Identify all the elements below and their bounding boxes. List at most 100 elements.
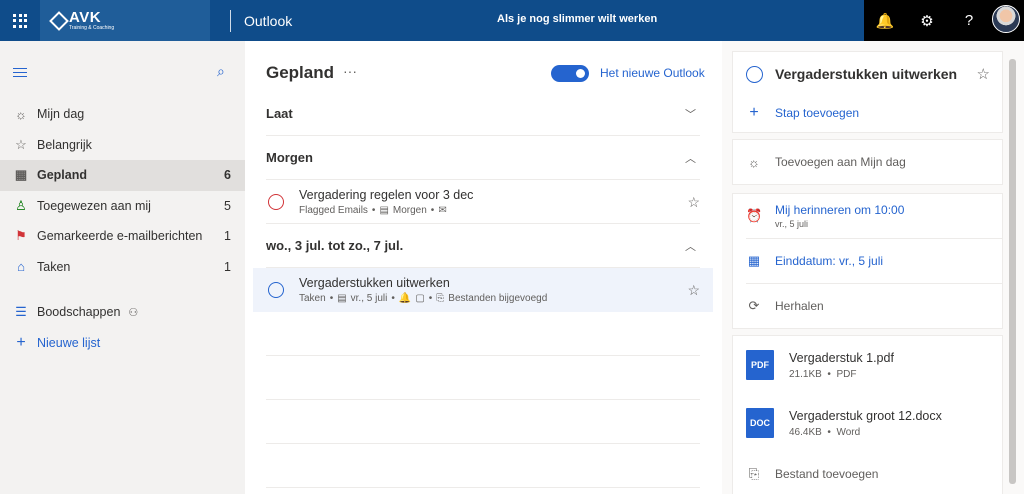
brand-subtitle: Training & Coaching: [69, 25, 115, 31]
reminder-date: vr., 5 juli: [775, 219, 809, 229]
new-outlook-toggle[interactable]: [551, 65, 589, 82]
task-source: Flagged Emails: [299, 205, 368, 216]
group-header-tomorrow[interactable]: Morgen ︿: [266, 136, 700, 180]
sidebar-item-label: Gepland: [37, 168, 88, 183]
file-size: 46.4KB: [789, 426, 822, 438]
new-list-label: Nieuwe lijst: [37, 335, 101, 350]
meta-separator: •: [371, 205, 376, 216]
sidebar-item-label: Mijn dag: [37, 107, 85, 122]
group-label: Laat: [266, 106, 293, 121]
hamburger-icon[interactable]: [13, 68, 27, 80]
meta-separator: •: [428, 293, 433, 304]
divider: [266, 487, 700, 488]
chevron-down-icon[interactable]: ﹀: [685, 106, 696, 122]
due-date-button[interactable]: ▦ Einddatum: vr., 5 juli: [733, 239, 1002, 283]
page-title: Gepland: [266, 63, 335, 82]
sidebar-item-label: Toegewezen aan mij: [37, 198, 151, 213]
add-step-button[interactable]: + Stap toevoegen: [733, 94, 1002, 132]
header-divider: [230, 9, 231, 32]
sun-icon: ☼: [748, 154, 760, 170]
detail-title-row[interactable]: Vergaderstukken uitwerken ☆: [733, 52, 1002, 94]
avatar[interactable]: [992, 5, 1020, 33]
plus-icon: +: [16, 333, 26, 351]
repeat-button[interactable]: ⟳ Herhalen: [733, 284, 1002, 328]
star-icon[interactable]: ☆: [687, 194, 700, 211]
sidebar-item-count: 1: [224, 259, 231, 274]
chevron-up-icon[interactable]: ︿: [685, 150, 696, 166]
calendar-icon: ▦: [14, 167, 28, 183]
bell-icon[interactable]: 🔔: [875, 12, 895, 30]
brand-name: AVK: [69, 9, 102, 26]
app-title[interactable]: Outlook: [244, 13, 292, 29]
chevron-up-icon[interactable]: ︿: [685, 238, 696, 254]
sidebar-item-label: Taken: [37, 259, 71, 274]
add-to-my-day-button[interactable]: ☼ Toevoegen aan Mijn dag: [733, 140, 1002, 184]
file-size: 21.1KB: [789, 368, 822, 380]
sidebar-item-mijn-dag[interactable]: ☼ Mijn dag: [0, 99, 245, 130]
repeat-icon: ⟳: [748, 298, 760, 313]
star-icon[interactable]: ☆: [687, 282, 700, 299]
star-icon: ☆: [15, 136, 27, 152]
calendar-icon: ▦: [747, 253, 761, 268]
meta-separator: •: [329, 293, 334, 304]
meta-separator: •: [391, 293, 395, 304]
task-source: Taken: [299, 293, 326, 304]
group-header-late[interactable]: Laat ﹀: [266, 92, 700, 136]
star-icon[interactable]: ☆: [977, 65, 990, 83]
schedule-card: ⏰ Mij herinneren om 10:00 vr., 5 juli ▦ …: [732, 193, 1003, 329]
sidebar-item-boodschappen[interactable]: ☰ Boodschappen ⚇: [0, 297, 245, 328]
group-label: wo., 3 jul. tot zo., 7 jul.: [266, 238, 404, 253]
file-name: Vergaderstuk 1.pdf: [789, 350, 894, 365]
sidebar-item-count: 5: [224, 198, 231, 213]
calendar-icon: ▤: [379, 205, 389, 216]
help-icon[interactable]: ?: [959, 12, 979, 29]
sidebar-item-belangrijk[interactable]: ☆ Belangrijk: [0, 130, 245, 161]
file-kind: PDF: [836, 368, 857, 380]
add-file-button[interactable]: ⎘ Bestand toevoegen: [733, 452, 1002, 494]
file-item[interactable]: PDF Vergaderstuk 1.pdf 21.1KB • PDF: [733, 336, 1002, 394]
sidebar-item-label: Gemarkeerde e-mailberichten: [37, 229, 203, 244]
scrollbar[interactable]: [1009, 59, 1016, 484]
group-header-week[interactable]: wo., 3 jul. tot zo., 7 jul. ︿: [266, 224, 700, 268]
detail-checkbox[interactable]: [746, 65, 763, 83]
task-checkbox[interactable]: [268, 282, 284, 298]
reminder-button[interactable]: ⏰ Mij herinneren om 10:00 vr., 5 juli: [733, 194, 1002, 238]
detail-pane: Vergaderstukken uitwerken ☆ + Stap toevo…: [722, 41, 1024, 494]
sidebar-item-toegewezen[interactable]: ♙ Toegewezen aan mij 5: [0, 191, 245, 222]
flag-icon: ⚑: [15, 228, 27, 244]
sidebar-item-count: 1: [224, 229, 231, 244]
task-detail-card: Vergaderstukken uitwerken ☆ + Stap toevo…: [732, 51, 1003, 133]
my-day-card: ☼ Toevoegen aan Mijn dag: [732, 139, 1003, 185]
brand-logo: AVK Training & Coaching: [40, 0, 210, 41]
file-item[interactable]: DOC Vergaderstuk groot 12.docx 46.4KB • …: [733, 394, 1002, 452]
app-launcher-icon[interactable]: [0, 0, 40, 41]
detail-title[interactable]: Vergaderstukken uitwerken: [775, 66, 957, 82]
task-row[interactable]: Vergadering regelen voor 3 dec Flagged E…: [253, 180, 713, 224]
top-bar: AVK Training & Coaching Outlook Als je n…: [0, 0, 1024, 41]
sidebar-nav: ☼ Mijn dag ☆ Belangrijk ▦ Gepland 6 ♙ To…: [0, 99, 245, 282]
sidebar-item-taken[interactable]: ⌂ Taken 1: [0, 252, 245, 283]
task-title: Vergaderstukken uitwerken: [299, 276, 450, 290]
gear-icon[interactable]: ⚙: [917, 12, 937, 30]
sidebar-item-gemarkeerd[interactable]: ⚑ Gemarkeerde e-mailberichten 1: [0, 221, 245, 252]
task-checkbox[interactable]: [268, 194, 284, 210]
task-row-selected[interactable]: Vergaderstukken uitwerken Taken • ▤ vr.,…: [253, 268, 713, 312]
task-list-pane: Gepland ··· Het nieuwe Outlook Laat ﹀ Mo…: [245, 41, 722, 494]
new-outlook-label[interactable]: Het nieuwe Outlook: [600, 66, 705, 80]
add-file-label: Bestand toevoegen: [775, 467, 879, 481]
sidebar-item-label: Boodschappen: [37, 305, 121, 320]
promo-text: Als je nog slimmer wilt werken: [497, 13, 658, 25]
task-due: Morgen: [392, 205, 427, 216]
file-kind: Word: [836, 426, 861, 438]
new-list-button[interactable]: + Nieuwe lijst: [0, 328, 245, 359]
divider: [266, 399, 700, 400]
sidebar: ⌕ ☼ Mijn dag ☆ Belangrijk ▦ Gepland 6 ♙ …: [0, 41, 245, 494]
sidebar-item-gepland[interactable]: ▦ Gepland 6: [0, 160, 245, 191]
sun-icon: ☼: [15, 106, 27, 122]
more-options-icon[interactable]: ···: [343, 63, 357, 79]
files-card: PDF Vergaderstuk 1.pdf 21.1KB • PDF DOC …: [732, 335, 1003, 494]
custom-lists: ☰ Boodschappen ⚇ + Nieuwe lijst: [0, 297, 245, 358]
pdf-file-icon: PDF: [746, 350, 774, 380]
search-icon[interactable]: ⌕: [217, 63, 225, 80]
alarm-icon: ⏰: [746, 208, 763, 223]
